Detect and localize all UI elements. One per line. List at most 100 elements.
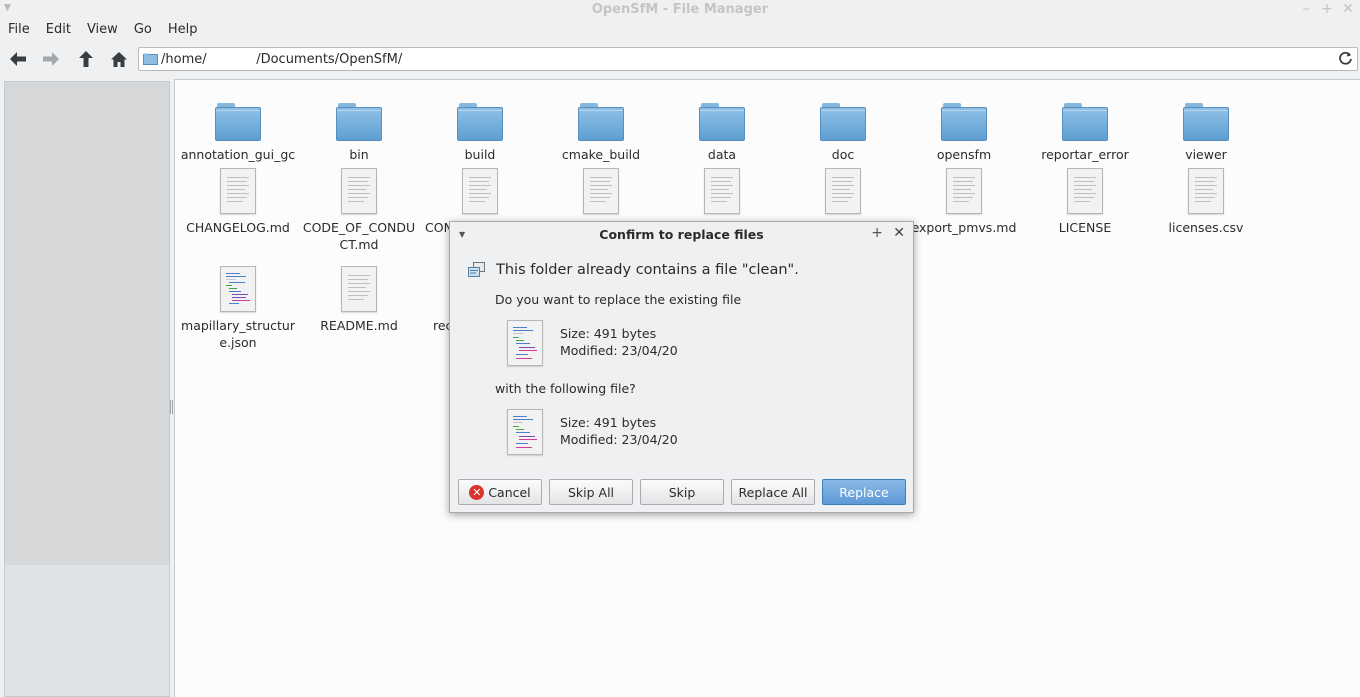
dialog-heading: This folder already contains a file "cle…: [468, 262, 799, 278]
up-button[interactable]: [73, 46, 99, 72]
file-item[interactable]: README.md: [299, 266, 419, 334]
text-file-icon: [462, 168, 498, 214]
directory-tree[interactable]: [5, 82, 169, 565]
file-item[interactable]: CHANGELOG.md: [178, 168, 298, 236]
file-item[interactable]: LICENSE: [1025, 168, 1145, 236]
file-item[interactable]: [783, 168, 903, 219]
file-item[interactable]: [662, 168, 782, 219]
file-item[interactable]: viewer: [1146, 95, 1266, 163]
text-file-icon: [341, 168, 377, 214]
folder-icon: [457, 103, 503, 141]
file-name: licenses.csv: [1168, 220, 1244, 235]
file-name: viewer: [1185, 147, 1227, 162]
side-pane[interactable]: [4, 81, 170, 697]
new-file-size: Size: 491 bytes: [560, 415, 657, 430]
home-icon: [111, 51, 127, 67]
file-name: reportar_error: [1041, 147, 1129, 162]
folder-icon: [336, 103, 382, 141]
window-title: OpenSfM - File Manager: [591, 2, 769, 17]
file-name: opensfm: [936, 147, 992, 162]
folder-icon: [578, 103, 624, 141]
folder-icon: [1183, 103, 1229, 141]
code-file-icon: [507, 320, 543, 366]
text-file-icon: [583, 168, 619, 214]
path-input[interactable]: [161, 50, 1331, 68]
cancel-label: Cancel: [488, 484, 531, 500]
folder-icon: [941, 103, 987, 141]
skip-label: Skip: [668, 484, 696, 500]
code-file-icon: [220, 266, 256, 312]
replace-all-label: Replace All: [738, 484, 808, 500]
dialog-titlebar[interactable]: ▼ Confirm to replace files + ✕: [450, 222, 913, 246]
dialog-button-row: ✕ Cancel Skip All Skip Replace All Repla…: [458, 479, 906, 505]
replace-all-button[interactable]: Replace All: [731, 479, 815, 505]
back-button[interactable]: [5, 46, 31, 72]
menu-edit[interactable]: Edit: [38, 20, 79, 42]
skip-all-label: Skip All: [567, 484, 615, 500]
forward-button[interactable]: [38, 46, 64, 72]
close-icon[interactable]: ✕: [893, 225, 905, 241]
text-file-icon: [946, 168, 982, 214]
arrow-right-icon: [43, 52, 59, 66]
file-item[interactable]: export_pmvs.md: [904, 168, 1024, 236]
file-name: doc: [831, 147, 855, 162]
file-item[interactable]: cmake_build: [541, 95, 661, 163]
file-name: export_pmvs.md: [911, 220, 1017, 235]
text-file-icon: [220, 168, 256, 214]
file-item[interactable]: build: [420, 95, 540, 163]
file-name: CHANGELOG.md: [186, 220, 290, 235]
menu-go[interactable]: Go: [126, 20, 160, 42]
question-new: with the following file?: [495, 381, 636, 396]
file-name: cmake_build: [561, 147, 641, 162]
file-name: README.md: [320, 318, 398, 333]
close-window-icon[interactable]: ✕: [1340, 1, 1356, 17]
file-item[interactable]: [541, 168, 661, 219]
existing-file-modified: Modified: 23/04/20: [560, 343, 678, 358]
skip-all-button[interactable]: Skip All: [549, 479, 633, 505]
folder-icon: [699, 103, 745, 141]
home-button[interactable]: [106, 46, 132, 72]
file-name: bin: [349, 147, 369, 162]
file-item[interactable]: doc: [783, 95, 903, 163]
file-item[interactable]: data: [662, 95, 782, 163]
replace-label: Replace: [839, 484, 889, 500]
code-file-icon: [507, 409, 543, 455]
file-name: CODE_OF_CONDUCT.md: [302, 220, 416, 252]
file-item[interactable]: mapillary_structure.json: [178, 266, 298, 351]
menu-file[interactable]: File: [0, 20, 38, 42]
dialog-title: Confirm to replace files: [599, 227, 764, 242]
copy-files-icon: [468, 262, 485, 277]
question-existing: Do you want to replace the existing file: [495, 292, 742, 307]
file-name: mapillary_structure.json: [181, 318, 295, 350]
existing-file-size: Size: 491 bytes: [560, 326, 657, 341]
text-file-icon: [1188, 168, 1224, 214]
path-bar[interactable]: [138, 47, 1358, 71]
file-item[interactable]: opensfm: [904, 95, 1024, 163]
reload-icon[interactable]: [1338, 51, 1353, 66]
text-file-icon: [1067, 168, 1103, 214]
minimize-icon[interactable]: –: [1298, 1, 1314, 17]
text-file-icon: [825, 168, 861, 214]
file-item[interactable]: licenses.csv: [1146, 168, 1266, 236]
text-file-icon: [704, 168, 740, 214]
skip-button[interactable]: Skip: [640, 479, 724, 505]
file-item[interactable]: reportar_error: [1025, 95, 1145, 163]
dialog-heading-text: This folder already contains a file "cle…: [496, 262, 799, 278]
cancel-button[interactable]: ✕ Cancel: [458, 479, 542, 505]
existing-file-info: Size: 491 bytes Modified: 23/04/20: [507, 320, 678, 366]
cancel-icon: ✕: [469, 484, 485, 500]
replace-button[interactable]: Replace: [822, 479, 906, 505]
file-item[interactable]: bin: [299, 95, 419, 163]
toolbar: [0, 44, 1360, 74]
pin-icon[interactable]: +: [871, 225, 883, 241]
folder-icon: [1062, 103, 1108, 141]
new-file-modified: Modified: 23/04/20: [560, 432, 678, 447]
folder-icon: [143, 53, 158, 65]
menu-help[interactable]: Help: [160, 20, 206, 42]
menu-view[interactable]: View: [79, 20, 126, 42]
file-name: data: [707, 147, 737, 162]
file-item[interactable]: CODE_OF_CONDUCT.md: [299, 168, 419, 253]
pane-splitter[interactable]: [170, 400, 173, 414]
confirm-replace-dialog: ▼ Confirm to replace files + ✕ This fold…: [449, 221, 914, 513]
maximize-icon[interactable]: +: [1319, 1, 1335, 17]
